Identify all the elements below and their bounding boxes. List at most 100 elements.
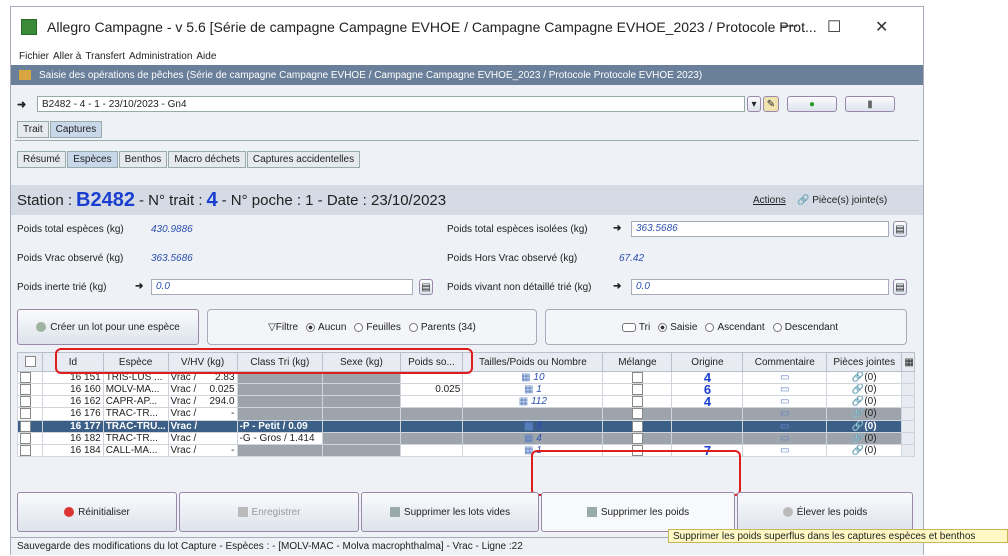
row-checkbox[interactable] xyxy=(16,383,44,397)
cell-vhv[interactable]: Vrac / - xyxy=(167,407,238,421)
cell-pieces-jointes[interactable]: 🔗(0) xyxy=(826,407,903,421)
cell-class-tri[interactable]: -G - Gros / 1.414 xyxy=(236,431,324,445)
cell-tailles[interactable]: ▦ 10 xyxy=(462,370,604,385)
column-config-icon[interactable]: ▦ xyxy=(901,352,915,372)
cell-melange[interactable] xyxy=(602,370,673,385)
cell-pieces-jointes[interactable]: 🔗(0) xyxy=(826,370,903,385)
tab-captures[interactable]: Captures xyxy=(49,121,103,138)
cell-poids[interactable]: 0.025 xyxy=(399,383,464,397)
scrollbar-track[interactable] xyxy=(901,383,915,397)
scrollbar-track[interactable] xyxy=(901,431,915,445)
cell-espece[interactable]: CAPR-AP... xyxy=(102,395,169,409)
menu-administration[interactable]: Administration xyxy=(129,51,192,62)
cell-origine[interactable]: 4 xyxy=(671,370,744,385)
actions-menu[interactable]: Actions xyxy=(753,195,786,206)
cell-vhv[interactable]: Vrac / xyxy=(167,419,238,433)
tab-benthos[interactable]: Benthos xyxy=(118,151,168,168)
cell-pieces-jointes[interactable]: 🔗(0) xyxy=(826,443,903,457)
cell-vhv[interactable]: Vrac / xyxy=(167,431,238,445)
table-row[interactable]: 16 182 TRAC-TR... Vrac / -G - Gros / 1.414 ▦… xyxy=(16,431,915,445)
add-icon[interactable]: ● xyxy=(787,96,837,112)
table-row[interactable]: 16 162 CAPR-AP... Vrac /294.0 ▦ 112 4 ▭ 🔗(0) xyxy=(16,395,915,409)
cell-poids[interactable] xyxy=(399,407,464,421)
cell-sexe[interactable] xyxy=(322,383,401,397)
calculator-icon[interactable]: ▤ xyxy=(893,221,907,237)
melange-checkbox[interactable] xyxy=(631,408,643,420)
cell-sexe[interactable] xyxy=(322,419,401,433)
cell-melange[interactable] xyxy=(602,431,673,445)
cell-poids[interactable] xyxy=(399,395,464,409)
raise-weights-button[interactable]: Élever les poids xyxy=(737,492,913,532)
delete-empty-lots-button[interactable]: Supprimer les lots vides xyxy=(361,492,539,532)
cell-vhv[interactable]: Vrac / 294.0 xyxy=(167,395,238,409)
scrollbar-track[interactable] xyxy=(901,407,915,421)
cell-origine[interactable] xyxy=(671,407,744,421)
comment-icon[interactable]: ▭ xyxy=(742,443,828,457)
cell-origine[interactable]: 6 xyxy=(671,383,744,397)
comment-icon[interactable]: ▭ xyxy=(742,419,828,433)
attachments-button[interactable]: 🔗 Pièce(s) jointe(s) xyxy=(797,195,887,206)
cell-tailles[interactable]: ▦ 5 xyxy=(462,419,604,433)
row-checkbox[interactable] xyxy=(16,431,44,445)
scrollbar-track[interactable] xyxy=(901,370,915,385)
melange-checkbox[interactable] xyxy=(631,372,643,383)
menu-fichier[interactable]: Fichier xyxy=(19,51,49,62)
radio-aucun[interactable] xyxy=(306,322,316,332)
cell-class-tri[interactable] xyxy=(236,395,324,409)
minimize-button[interactable]: — xyxy=(781,17,797,35)
cell-tailles[interactable]: ▦ 4 xyxy=(462,431,604,445)
col-pieces-jointes[interactable]: Pièces jointes xyxy=(826,352,903,372)
cell-tailles[interactable]: ▦ 112 xyxy=(462,395,604,409)
col-origine[interactable]: Origine xyxy=(671,352,744,372)
melange-checkbox[interactable] xyxy=(631,421,643,432)
cell-pieces-jointes[interactable]: 🔗(0) xyxy=(826,383,903,397)
melange-checkbox[interactable] xyxy=(631,433,643,444)
cell-melange[interactable] xyxy=(602,407,673,421)
calculator-icon[interactable]: ▤ xyxy=(419,279,433,295)
radio-saisie[interactable] xyxy=(658,322,668,332)
row-checkbox[interactable] xyxy=(16,370,44,385)
row-checkbox[interactable] xyxy=(16,407,44,421)
scrollbar-track[interactable] xyxy=(901,395,915,409)
cell-poids[interactable] xyxy=(399,431,464,445)
cell-vhv[interactable]: Vrac / 0.025 xyxy=(167,383,238,397)
comment-icon[interactable]: ▭ xyxy=(742,431,828,445)
edit-icon[interactable]: ✎ xyxy=(763,96,779,112)
poids-vivant-input[interactable]: 0.0 xyxy=(631,279,889,295)
col-tailles[interactable]: Tailles/Poids ou Nombre xyxy=(462,352,604,372)
cell-class-tri[interactable]: -P - Petit / 0.09 xyxy=(236,419,324,433)
cell-espece[interactable]: TRAC-TRU... xyxy=(102,419,169,433)
cell-tailles[interactable]: ▦ 1 xyxy=(462,383,604,397)
tab-captures-accidentelles[interactable]: Captures accidentelles xyxy=(246,151,361,168)
create-lot-button[interactable]: Créer un lot pour une espèce xyxy=(17,309,199,345)
menu-transfert[interactable]: Transfert xyxy=(85,51,125,62)
calculator-icon[interactable]: ▤ xyxy=(893,279,907,295)
radio-parents[interactable] xyxy=(408,322,418,332)
comment-icon[interactable]: ▭ xyxy=(742,407,828,421)
table-row[interactable]: 16 177 TRAC-TRU... Vrac / -P - Petit / 0.09… xyxy=(16,419,915,433)
poids-inerte-input[interactable]: 0.0 xyxy=(151,279,413,295)
col-melange[interactable]: Mélange xyxy=(602,352,673,372)
radio-descendant[interactable] xyxy=(772,322,782,332)
cell-melange[interactable] xyxy=(602,395,673,409)
cell-sexe[interactable] xyxy=(322,431,401,445)
select-all-checkbox[interactable] xyxy=(16,352,44,372)
cell-espece[interactable]: TRAC-TR... xyxy=(102,431,169,445)
table-row[interactable]: 16 160 MOLV-MA... Vrac /0.025 0.025 ▦ 1 6 ▭ 🔗(0… xyxy=(16,383,915,397)
cell-pieces-jointes[interactable]: 🔗(0) xyxy=(826,419,903,433)
close-button[interactable]: ✕ xyxy=(875,17,888,37)
scrollbar-track[interactable] xyxy=(901,419,915,433)
melange-checkbox[interactable] xyxy=(631,384,643,395)
cell-melange[interactable] xyxy=(602,419,673,433)
cell-espece[interactable]: TRAC-TR... xyxy=(102,407,169,421)
poids-isolees-input[interactable]: 363.5686 xyxy=(631,221,889,237)
tab-macro-dechets[interactable]: Macro déchets xyxy=(168,151,246,168)
menu-aide[interactable]: Aide xyxy=(196,51,216,62)
cell-poids[interactable] xyxy=(399,443,464,457)
cell-melange[interactable] xyxy=(602,383,673,397)
reset-button[interactable]: Réinitialiser xyxy=(17,492,177,532)
row-checkbox[interactable] xyxy=(16,443,44,457)
cell-tailles[interactable] xyxy=(462,407,604,421)
radio-feuilles[interactable] xyxy=(354,322,364,332)
comment-icon[interactable]: ▭ xyxy=(742,395,828,409)
